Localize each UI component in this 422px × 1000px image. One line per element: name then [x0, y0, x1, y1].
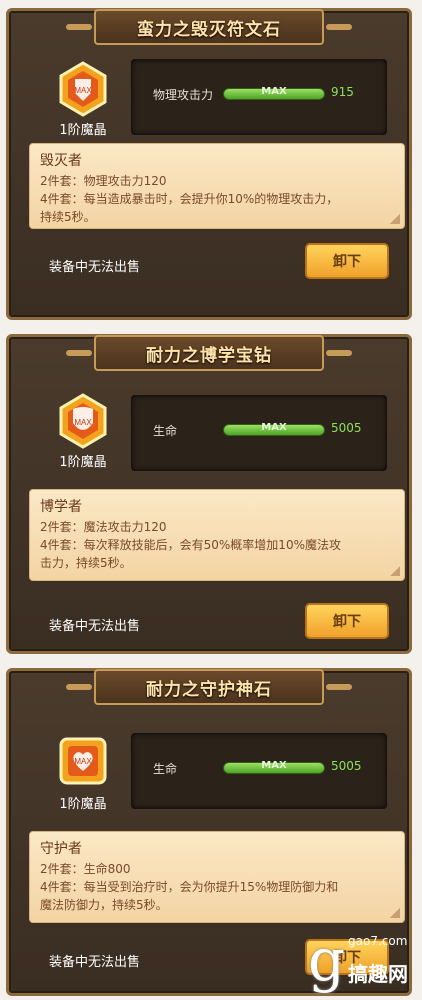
stat-box: 物理攻击力 MAX 915 [131, 59, 387, 135]
set-bonus-4-cont: 魔法防御力，持续5秒。 [40, 898, 168, 912]
unequip-button[interactable]: 卸下 [305, 243, 389, 279]
stat-bar: MAX [223, 422, 325, 436]
set-bonus-4: 4件套：每当受到治疗时，会为你提升15%物理防御力和 [40, 880, 339, 894]
watermark: g gao7.com 搞趣网 [308, 928, 418, 998]
set-name: 守护者 [40, 841, 82, 857]
panel-title: 耐力之博学宝钻 [66, 335, 352, 371]
stat-value: 5005 [331, 421, 362, 435]
gem-badge: MAX [74, 418, 92, 427]
sword-shield-icon[interactable]: MAX [55, 61, 111, 117]
watermark-url: gao7.com [348, 934, 408, 948]
stat-box: 生命 MAX 5005 [131, 395, 387, 471]
watermark-logo-icon: g [308, 926, 346, 994]
set-bonus-2: 2件套：物理攻击力120 [40, 174, 167, 188]
set-bonus-4-cont: 持续5秒。 [40, 210, 96, 224]
watermark-name: 搞趣网 [348, 962, 408, 986]
heart-icon[interactable]: MAX [55, 733, 111, 789]
stat-name: 生命 [153, 424, 178, 438]
panel-title: 蛮力之毁灭符文石 [66, 9, 352, 45]
gem-tier-label: 1阶魔晶 [59, 455, 107, 470]
gem-badge: MAX [74, 86, 92, 95]
set-bonus-2: 2件套：魔法攻击力120 [40, 520, 167, 534]
bar-max-text: MAX [261, 86, 287, 97]
unsellable-notice: 装备中无法出售 [49, 260, 141, 275]
set-name: 毁灭者 [40, 153, 82, 169]
stat-value: 5005 [331, 759, 362, 773]
gem-badge: MAX [74, 757, 92, 766]
gem-panel: 蛮力之毁灭符文石 MAX 1阶魔晶 物理攻击力 MAX 915 毁灭者 2件套：… [6, 8, 412, 320]
unequip-button[interactable]: 卸下 [305, 603, 389, 639]
gem-tier-label: 1阶魔晶 [59, 797, 107, 812]
set-description: 博学者 2件套：魔法攻击力120 4件套：每次释放技能后，会有50%概率增加10… [29, 489, 405, 581]
gem-tier-label: 1阶魔晶 [59, 123, 107, 138]
set-bonus-4-cont: 击力，持续5秒。 [40, 556, 132, 570]
set-description: 守护者 2件套：生命800 4件套：每当受到治疗时，会为你提升15%物理防御力和… [29, 831, 405, 923]
set-description: 毁灭者 2件套：物理攻击力120 4件套：每当造成暴击时，会提升你10%的物理攻… [29, 143, 405, 229]
corner-decoration [390, 566, 400, 576]
set-bonus-4: 4件套：每当造成暴击时，会提升你10%的物理攻击力， [40, 192, 339, 206]
set-bonus-4: 4件套：每次释放技能后，会有50%概率增加10%魔法攻 [40, 538, 341, 552]
corner-decoration [390, 214, 400, 224]
set-name: 博学者 [40, 499, 82, 515]
stat-value: 915 [331, 85, 354, 99]
stat-bar: MAX [223, 86, 325, 100]
panel-title: 耐力之守护神石 [66, 669, 352, 705]
corner-decoration [390, 908, 400, 918]
stat-box: 生命 MAX 5005 [131, 733, 387, 809]
gem-panel: 耐力之博学宝钻 MAX 1阶魔晶 生命 MAX 5005 博学者 2件套：魔法攻… [6, 334, 412, 654]
shield-icon[interactable]: MAX [55, 393, 111, 449]
stat-name: 物理攻击力 [153, 88, 214, 102]
set-bonus-2: 2件套：生命800 [40, 862, 131, 876]
unsellable-notice: 装备中无法出售 [49, 619, 141, 634]
stat-bar: MAX [223, 760, 325, 774]
bar-max-text: MAX [261, 760, 287, 771]
bar-max-text: MAX [261, 422, 287, 433]
stat-name: 生命 [153, 762, 178, 776]
unsellable-notice: 装备中无法出售 [49, 955, 141, 970]
